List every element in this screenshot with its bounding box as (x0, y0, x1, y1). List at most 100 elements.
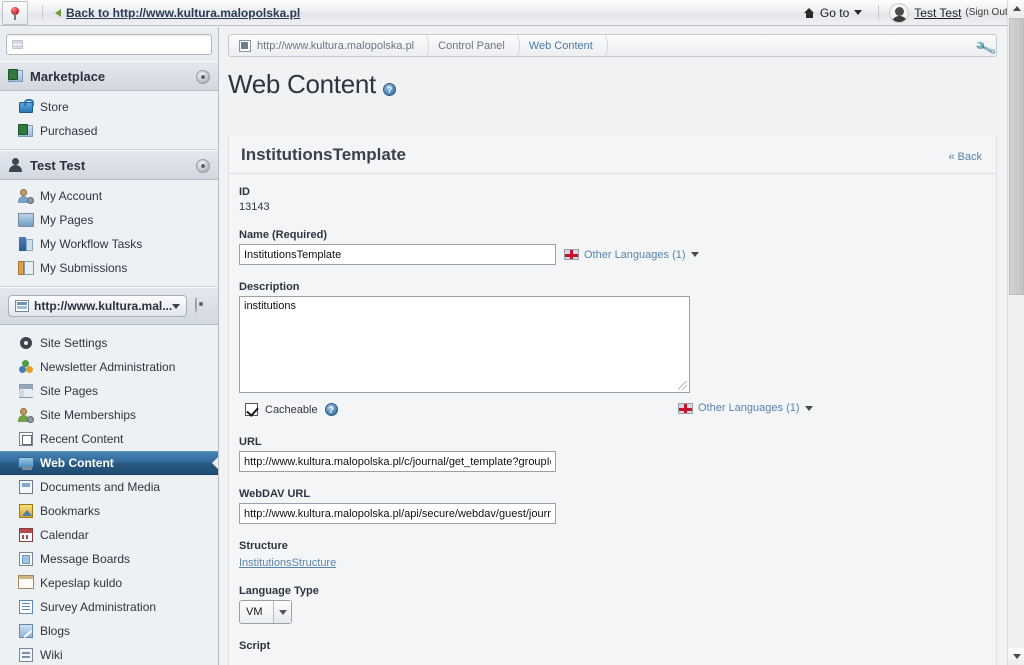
sidebar-section-header-user[interactable]: Test Test (0, 150, 218, 180)
blogs-icon (18, 623, 34, 639)
cacheable-checkbox[interactable] (245, 403, 258, 416)
web-content-portlet: InstitutionsTemplate « Back ID 13143 Nam… (228, 135, 997, 665)
sidebar-item-newsletter-administration[interactable]: Newsletter Administration (0, 355, 218, 379)
scrollbar-thumb[interactable] (1009, 18, 1024, 295)
other-languages-description[interactable]: Other Languages (1) (678, 402, 813, 414)
sidebar-search-wrap (0, 27, 218, 61)
sidebar-item-store[interactable]: Store (0, 95, 218, 119)
back-to-site-link[interactable]: Back to http://www.kultura.malopolska.pl (66, 6, 300, 20)
user-name-link[interactable]: Test Test (914, 6, 961, 20)
sidebar-section-label: Test Test (30, 157, 86, 173)
vertical-scrollbar[interactable] (1007, 0, 1024, 665)
help-icon[interactable]: ? (324, 403, 338, 416)
user-menu[interactable]: Test Test (Sign Out) (889, 2, 1017, 23)
wiki-icon (18, 647, 34, 663)
liferay-logo-button[interactable] (2, 0, 28, 25)
field-description: Description institutions (239, 281, 982, 393)
sidebar-item-message-boards[interactable]: Message Boards (0, 547, 218, 571)
configuration-button[interactable]: 🔧 (974, 37, 997, 60)
sidebar-item-bookmarks[interactable]: Bookmarks (0, 499, 218, 523)
breadcrumb-item-site[interactable]: http://www.kultura.malopolska.pl (229, 35, 430, 56)
description-textarea[interactable]: institutions (239, 296, 690, 393)
page-title-row: Web Content ? (228, 69, 1007, 100)
search-icon (12, 40, 23, 49)
sidebar-item-kepeslap-kuldo[interactable]: Kepeslap kuldo (0, 571, 218, 595)
sidebar-item-calendar[interactable]: Calendar (0, 523, 218, 547)
sidebar-item-wiki[interactable]: Wiki (0, 643, 218, 665)
sidebar-item-my-submissions[interactable]: My Submissions (0, 256, 218, 280)
sidebar-item-site-memberships[interactable]: Site Memberships (0, 403, 218, 427)
site-selector-dropdown[interactable]: http://www.kultura.mal... (8, 295, 188, 317)
sidebar-item-site-settings[interactable]: Site Settings (0, 331, 218, 355)
dockbar-divider (42, 5, 43, 20)
breadcrumb-label: Web Content (528, 39, 593, 52)
section-options-icon[interactable] (196, 159, 210, 173)
site-options-button[interactable] (195, 297, 210, 314)
help-icon[interactable]: ? (382, 83, 396, 96)
sidebar-item-web-content[interactable]: Web Content (0, 451, 218, 475)
gear-icon (195, 297, 198, 313)
field-label-name: Name (Required) (239, 229, 328, 241)
sidebar-item-recent-content[interactable]: Recent Content (0, 427, 218, 451)
back-link[interactable]: « Back (948, 151, 982, 163)
sidebar-item-label: Site Memberships (40, 408, 137, 422)
other-languages-name[interactable]: Other Languages (1) (564, 249, 699, 261)
section-options-icon[interactable] (196, 70, 210, 84)
web-content-icon (18, 455, 34, 471)
name-input[interactable] (239, 244, 556, 265)
store-icon (18, 99, 34, 115)
field-value-id: 13143 (239, 201, 270, 213)
marketplace-icon (8, 68, 24, 84)
message-boards-icon (18, 551, 34, 567)
sidebar-item-site-pages[interactable]: Site Pages (0, 379, 218, 403)
field-id: ID 13143 (239, 186, 982, 213)
field-label-structure: Structure (239, 540, 288, 552)
site-selector-wrap: http://www.kultura.mal... (0, 287, 218, 325)
sidebar-item-my-pages[interactable]: My Pages (0, 208, 218, 232)
chevron-down-icon (854, 10, 863, 15)
sidebar-item-label: Documents and Media (40, 480, 161, 494)
url-input[interactable] (239, 451, 556, 472)
field-label-webdav-url: WebDAV URL (239, 488, 311, 500)
field-label-language-type: Language Type (239, 585, 319, 597)
portlet-title: InstitutionsTemplate (241, 145, 406, 164)
sidebar-item-blogs[interactable]: Blogs (0, 619, 218, 643)
field-webdav-url: WebDAV URL (239, 488, 982, 524)
search-input[interactable] (27, 36, 208, 53)
sidebar-item-survey-administration[interactable]: Survey Administration (0, 595, 218, 619)
breadcrumb-item-web-content[interactable]: Web Content (519, 35, 608, 56)
language-type-select[interactable]: VM (239, 600, 292, 624)
sidebar-item-label: Store (40, 100, 69, 114)
site-pages-icon (18, 383, 34, 399)
portlet-header: InstitutionsTemplate « Back (229, 135, 996, 174)
sidebar-item-label: Survey Administration (40, 600, 157, 614)
main-content: http://www.kultura.malopolska.pl Control… (220, 27, 1007, 665)
sign-out-link[interactable]: (Sign Out) (965, 7, 1011, 18)
sidebar-section-label: Marketplace (30, 68, 106, 84)
scroll-down-button[interactable] (1008, 648, 1024, 665)
sidebar-item-my-workflow-tasks[interactable]: My Workflow Tasks (0, 232, 218, 256)
sidebar-section-header-marketplace[interactable]: Marketplace (0, 61, 218, 91)
calendar-icon (18, 527, 34, 543)
webdav-url-input[interactable] (239, 503, 556, 524)
go-to-button[interactable]: Go to (798, 6, 868, 20)
my-pages-icon (18, 212, 34, 228)
sidebar-item-documents-and-media[interactable]: Documents and Media (0, 475, 218, 499)
survey-icon (18, 599, 34, 615)
site-memberships-icon (18, 407, 34, 423)
structure-link[interactable]: InstitutionsStructure (239, 557, 336, 569)
chevron-down-icon (690, 252, 699, 257)
search-box[interactable] (6, 34, 212, 55)
breadcrumb-item-control-panel[interactable]: Control Panel (428, 35, 520, 56)
field-label-id: ID (239, 186, 250, 198)
chevron-down-icon (172, 303, 181, 309)
sidebar-item-label: Purchased (40, 124, 98, 138)
site-icon (239, 39, 251, 52)
chevron-down-icon (1012, 654, 1021, 659)
sidebar-item-my-account[interactable]: My Account (0, 184, 218, 208)
scroll-up-button[interactable] (1008, 0, 1024, 17)
field-label-url: URL (239, 436, 262, 448)
sidebar-item-purchased[interactable]: Purchased (0, 119, 218, 143)
resize-handle[interactable] (678, 381, 687, 390)
other-languages-label: Other Languages (1) (698, 402, 800, 414)
